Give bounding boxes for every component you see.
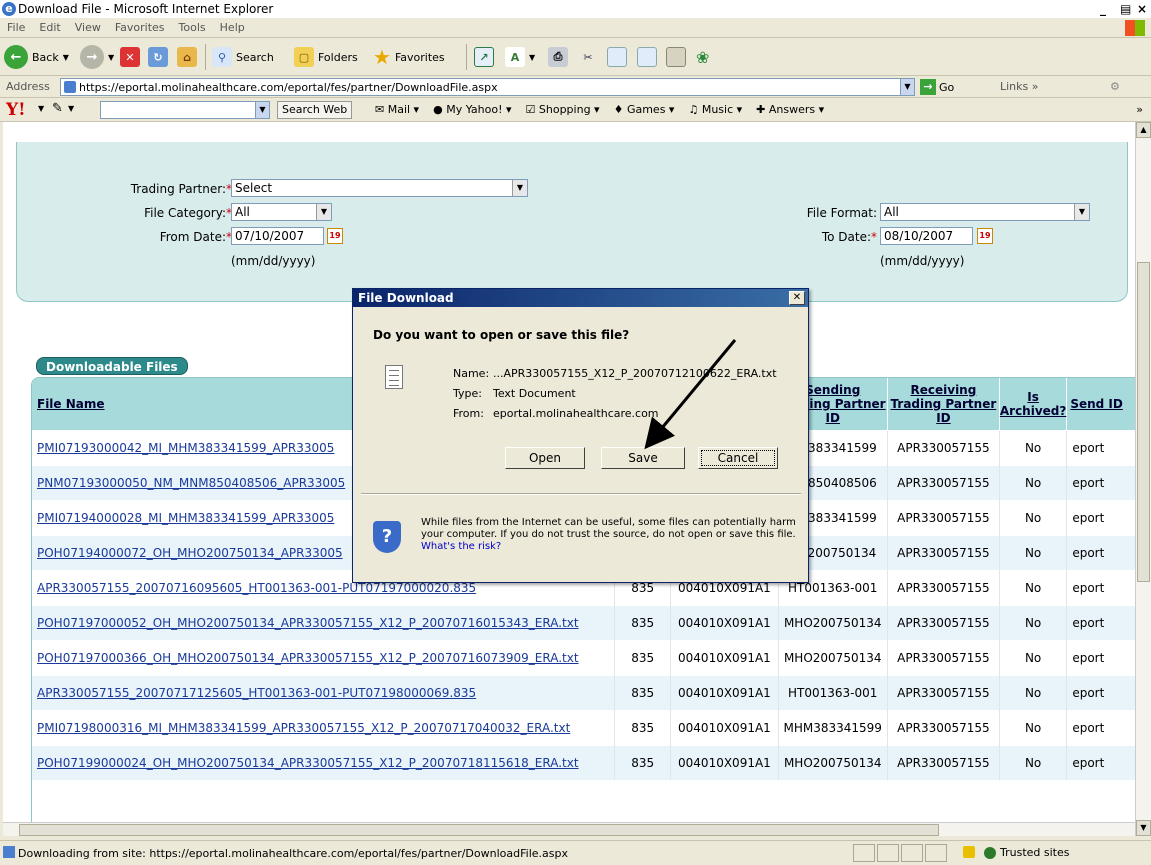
check-icon bbox=[984, 846, 996, 859]
security-zone[interactable]: Trusted sites bbox=[984, 846, 1070, 859]
security-zone-label: Trusted sites bbox=[1000, 846, 1070, 859]
status-bar: Downloading from site: https://eportal.m… bbox=[0, 840, 1151, 865]
status-cell bbox=[853, 844, 875, 862]
status-text: Downloading from site: https://eportal.m… bbox=[18, 847, 568, 860]
status-cell bbox=[925, 844, 947, 862]
downloading-page-icon bbox=[3, 846, 15, 858]
annotation-arrow bbox=[644, 339, 737, 450]
browser-window: e Download File - Microsoft Internet Exp… bbox=[0, 0, 1151, 865]
status-cell bbox=[877, 844, 899, 862]
status-cell bbox=[901, 844, 923, 862]
lock-icon[interactable] bbox=[963, 846, 975, 858]
